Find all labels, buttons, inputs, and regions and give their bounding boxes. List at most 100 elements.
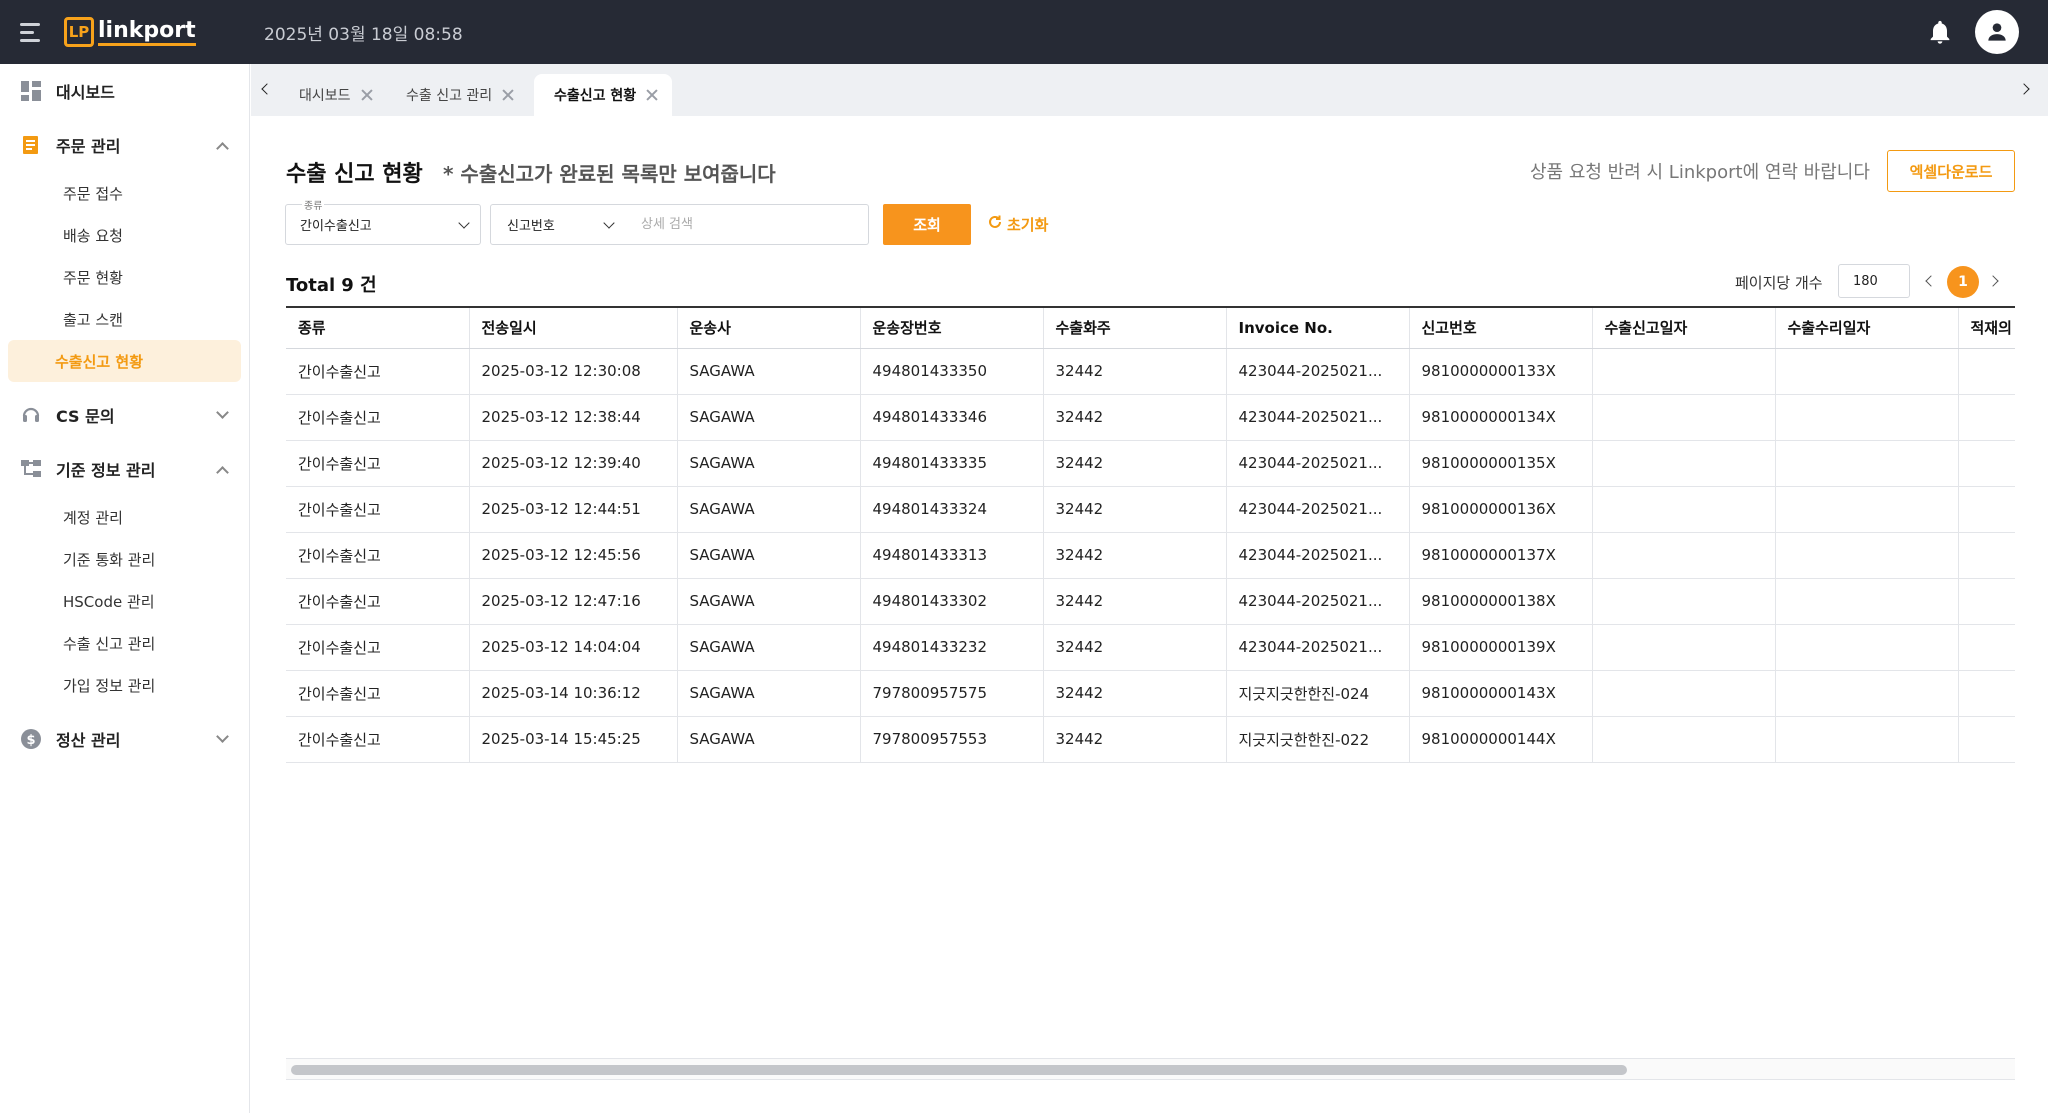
tab-dashboard[interactable]: 대시보드 — [279, 74, 387, 116]
table-cell — [1592, 440, 1776, 487]
chevron-up-icon[interactable] — [216, 142, 229, 155]
sidebar-item-currency-management[interactable]: 기준 통화 관리 — [8, 538, 241, 580]
table-cell — [1958, 440, 2015, 487]
table-row[interactable]: 간이수출신고 2025-03-12 12:30:08 SAGAWA 494801433… — [286, 348, 2015, 395]
sidebar-item-settlement[interactable]: $ 정산 관리 — [0, 712, 249, 766]
sidebar-item-export-declaration-management[interactable]: 수출 신고 관리 — [8, 622, 241, 664]
table-cell: 2025-03-12 14:04:04 — [469, 624, 678, 671]
column-header[interactable]: 수출화주 — [1043, 308, 1227, 349]
table-cell: 2025-03-12 12:30:08 — [469, 348, 678, 395]
table-cell: 2025-03-12 12:38:44 — [469, 394, 678, 441]
column-header[interactable]: Invoice No. — [1226, 308, 1410, 349]
close-icon[interactable] — [361, 89, 373, 101]
tab-export-declaration-management[interactable]: 수출 신고 관리 — [386, 74, 528, 116]
column-header[interactable]: 수출수리일자 — [1775, 308, 1959, 349]
sidebar-item-export-declaration-status[interactable]: 수출신고 현황 — [8, 340, 241, 382]
page-number-button[interactable]: 1 — [1947, 266, 1979, 298]
tab-export-declaration-status[interactable]: 수출신고 현황 — [534, 74, 673, 116]
reset-button-label: 초기화 — [1007, 215, 1049, 234]
next-page-icon[interactable] — [1987, 274, 2003, 288]
table-cell — [1775, 486, 1959, 533]
table-cell — [1958, 486, 2015, 533]
table-cell: 간이수출신고 — [286, 624, 470, 671]
column-header[interactable]: 종류 — [286, 308, 470, 349]
type-select-value: 간이수출신고 — [300, 219, 372, 234]
sidebar-item-order-receipt[interactable]: 주문 접수 — [8, 172, 241, 214]
search-input[interactable] — [625, 204, 869, 245]
table-row[interactable]: 간이수출신고 2025-03-12 14:04:04 SAGAWA 494801433… — [286, 624, 2015, 671]
table-cell: 간이수출신고 — [286, 348, 470, 395]
column-header[interactable]: 수출신고일자 — [1592, 308, 1776, 349]
table-row[interactable]: 간이수출신고 2025-03-14 15:45:25 SAGAWA 797800957… — [286, 716, 2015, 763]
table-row[interactable]: 간이수출신고 2025-03-12 12:45:56 SAGAWA 494801433… — [286, 532, 2015, 579]
logo[interactable]: LP linkport — [64, 14, 196, 50]
sidebar-item-outbound-scan[interactable]: 출고 스캔 — [8, 298, 241, 340]
table-row[interactable]: 간이수출신고 2025-03-12 12:47:16 SAGAWA 494801433… — [286, 578, 2015, 625]
table-cell: 9810000000134X — [1409, 394, 1593, 441]
table-row[interactable]: 간이수출신고 2025-03-14 10:36:12 SAGAWA 797800957… — [286, 670, 2015, 717]
sidebar-item-account-management[interactable]: 계정 관리 — [8, 496, 241, 538]
table-row[interactable]: 간이수출신고 2025-03-12 12:38:44 SAGAWA 494801433… — [286, 394, 2015, 441]
prev-page-icon[interactable] — [1923, 274, 1937, 288]
table-cell — [1592, 486, 1776, 533]
table-cell: 423044-2025021... — [1226, 532, 1410, 579]
sidebar-item-signup-info-management[interactable]: 가입 정보 관리 — [8, 664, 241, 706]
table-cell: 494801433232 — [860, 624, 1044, 671]
tab-bar: 대시보드 수출 신고 관리 수출신고 현황 — [251, 64, 2048, 116]
chevron-up-icon[interactable] — [216, 466, 229, 479]
search-button[interactable]: 조회 — [883, 204, 971, 245]
table-cell: 32442 — [1043, 624, 1227, 671]
table-cell: 간이수출신고 — [286, 394, 470, 441]
table-cell — [1958, 624, 2015, 671]
sidebar-item-order-status[interactable]: 주문 현황 — [8, 256, 241, 298]
chevron-down-icon[interactable] — [216, 730, 229, 743]
table-cell: 32442 — [1043, 348, 1227, 395]
column-header[interactable]: 운송사 — [677, 308, 861, 349]
svg-text:$: $ — [26, 733, 35, 748]
close-icon[interactable] — [502, 89, 514, 101]
table-cell: 494801433313 — [860, 532, 1044, 579]
reset-button[interactable]: 초기화 — [987, 212, 1048, 236]
sidebar-item-delivery-request[interactable]: 배송 요청 — [8, 214, 241, 256]
sidebar-item-dashboard[interactable]: 대시보드 — [0, 64, 249, 118]
bell-icon[interactable] — [1926, 18, 1954, 46]
table-cell: 494801433335 — [860, 440, 1044, 487]
tab-scroll-left-icon[interactable] — [259, 78, 279, 102]
tab-scroll-right-icon[interactable] — [2018, 78, 2040, 102]
total-label: Total — [286, 275, 336, 296]
table-cell: 423044-2025021... — [1226, 440, 1410, 487]
table-cell — [1775, 624, 1959, 671]
chevron-down-icon — [458, 217, 470, 229]
table-cell: 9810000000136X — [1409, 486, 1593, 533]
sidebar-item-cs-inquiry[interactable]: CS 문의 — [0, 388, 249, 442]
close-icon[interactable] — [646, 89, 658, 101]
sidebar-item-master-data[interactable]: 기준 정보 관리 — [0, 442, 249, 496]
column-header[interactable]: 신고번호 — [1409, 308, 1593, 349]
horizontal-scrollbar[interactable] — [286, 1058, 2015, 1080]
table-row[interactable]: 간이수출신고 2025-03-12 12:44:51 SAGAWA 494801433… — [286, 486, 2015, 533]
per-page-input[interactable] — [1838, 264, 1910, 298]
table-row[interactable]: 간이수출신고 2025-03-12 12:39:40 SAGAWA 494801433… — [286, 440, 2015, 487]
sidebar-group-dashboard: 대시보드 — [0, 64, 249, 118]
search-key-select[interactable]: 신고번호 — [490, 204, 626, 245]
type-select[interactable]: 종류 간이수출신고 — [285, 197, 481, 245]
user-avatar[interactable] — [1975, 10, 2019, 54]
logo-text: linkport — [98, 18, 196, 46]
table-cell: 9810000000144X — [1409, 716, 1593, 763]
order-icon — [20, 134, 42, 156]
table-cell: 797800957553 — [860, 716, 1044, 763]
contact-note: 상품 요청 반려 시 Linkport에 연락 바랍니다 — [1530, 162, 1870, 183]
scrollbar-thumb[interactable] — [291, 1065, 1627, 1075]
column-header[interactable]: 전송일시 — [469, 308, 678, 349]
table-cell: 간이수출신고 — [286, 578, 470, 625]
chevron-down-icon — [603, 217, 615, 229]
sidebar-item-order-management[interactable]: 주문 관리 — [0, 118, 249, 172]
column-header[interactable]: 운송장번호 — [860, 308, 1044, 349]
excel-download-button[interactable]: 엑셀다운로드 — [1887, 150, 2015, 192]
chevron-down-icon[interactable] — [216, 406, 229, 419]
tab-label: 수출신고 현황 — [554, 88, 637, 104]
column-header[interactable]: 적재의 — [1958, 308, 2015, 349]
type-select-label: 종류 — [302, 197, 325, 212]
sidebar-item-hscode-management[interactable]: HSCode 관리 — [8, 580, 241, 622]
menu-toggle-icon[interactable] — [20, 18, 50, 46]
